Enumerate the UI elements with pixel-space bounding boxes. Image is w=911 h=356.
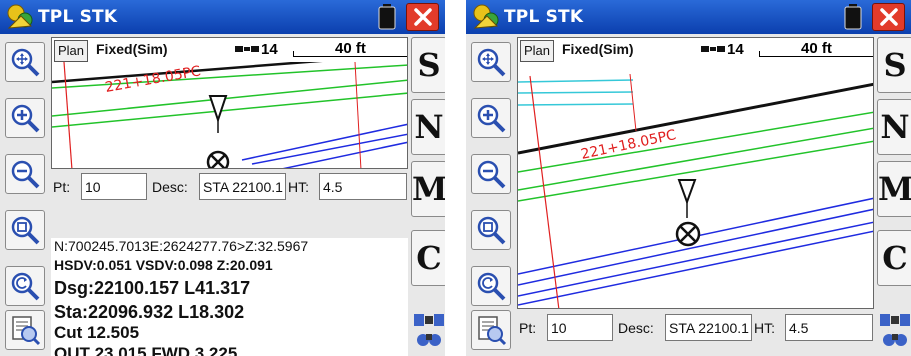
desc-input[interactable]: STA 22100.1	[199, 173, 286, 200]
zoom-toolbar	[466, 34, 517, 356]
zoom-window-icon	[477, 216, 506, 245]
title-bar: TPL STK	[466, 0, 911, 34]
fix-status: Fixed(Sim)	[562, 41, 634, 57]
target-arrow-icon	[208, 95, 228, 133]
close-button[interactable]	[406, 3, 439, 31]
settings-button[interactable]	[5, 310, 45, 350]
close-button[interactable]	[872, 3, 905, 31]
close-icon	[414, 8, 432, 26]
zoom-previous-icon	[11, 272, 40, 301]
app-logo-icon	[7, 4, 33, 29]
c-button[interactable]: C	[411, 230, 445, 286]
scale-label: 40 ft	[335, 40, 366, 57]
letter-toolbar: S N M C	[409, 34, 445, 356]
desc-label: Desc:	[618, 320, 654, 336]
plan-tab[interactable]: Plan	[520, 40, 555, 62]
station-readout: Sta:22096.932 L18.302	[54, 302, 245, 322]
zoom-window-button[interactable]	[471, 210, 511, 250]
ht-label: HT:	[288, 179, 309, 195]
pt-input[interactable]: 10	[81, 173, 147, 200]
point-field-row: Pt: 10 Desc: STA 22100.1 HT: 4.5	[51, 170, 408, 204]
station-label: 221+18.05PC	[104, 63, 202, 96]
stakeout-window-left: TPL STK 221+18.05PC Plan Fixed(Sim) 14 4…	[0, 0, 445, 356]
close-icon	[880, 8, 898, 26]
title-bar: TPL STK	[0, 0, 445, 34]
n-button[interactable]: N	[877, 99, 911, 155]
scale-tick	[759, 51, 760, 57]
zoom-in-button[interactable]	[471, 98, 511, 138]
map-linework: 221+18.05PC	[518, 73, 873, 308]
gps-status-button[interactable]	[411, 310, 445, 350]
scale-label: 40 ft	[801, 40, 832, 57]
plan-map[interactable]: 221+18.05PC Plan Fixed(Sim) 14 40 ft	[51, 37, 408, 169]
desc-input[interactable]: STA 22100.1	[665, 314, 752, 341]
m-button[interactable]: M	[411, 161, 445, 217]
pt-label: Pt:	[53, 179, 71, 195]
pt-input[interactable]: 10	[547, 314, 613, 341]
zoom-toolbar	[0, 34, 51, 356]
design-station-readout: Dsg:22100.157 L41.317	[54, 278, 251, 298]
zoom-extents-button[interactable]	[471, 42, 511, 82]
n-button[interactable]: N	[411, 99, 445, 155]
target-arrow-icon	[677, 179, 697, 218]
zoom-out-button[interactable]	[471, 154, 511, 194]
satellite-icon	[701, 46, 725, 52]
settings-button[interactable]	[471, 310, 511, 350]
offset-readout: OUT 23.015 FWD 3.225	[54, 344, 238, 356]
satellite-count: 14	[727, 41, 744, 58]
battery-icon	[844, 4, 862, 30]
zoom-extents-button[interactable]	[5, 42, 45, 82]
ht-label: HT:	[754, 320, 775, 336]
settings-icon	[12, 316, 41, 346]
ht-input[interactable]: 4.5	[785, 314, 873, 341]
settings-icon	[478, 316, 507, 346]
s-button[interactable]: S	[877, 37, 911, 93]
s-button[interactable]: S	[411, 37, 445, 93]
zoom-previous-button[interactable]	[5, 266, 45, 306]
plan-tab[interactable]: Plan	[54, 40, 89, 62]
stakeout-window-right: TPL STK 221+18.05PC Plan Fixed(Sim) 14 4…	[466, 0, 911, 356]
zoom-previous-icon	[477, 272, 506, 301]
map-toolbar: Plan Fixed(Sim) 14 40 ft	[518, 38, 873, 62]
satellite-icon	[880, 314, 910, 346]
zoom-window-icon	[11, 216, 40, 245]
ht-input[interactable]: 4.5	[319, 173, 407, 200]
coordinate-readout: N:700245.7013E:2624277.76>Z:32.5967	[54, 238, 309, 254]
desc-label: Desc:	[152, 179, 188, 195]
gps-status-button[interactable]	[877, 310, 911, 350]
deviation-readout: HSDV:0.051 VSDV:0.098 Z:20.091	[54, 257, 273, 273]
rover-position-icon	[675, 221, 701, 247]
pt-label: Pt:	[519, 320, 537, 336]
letter-toolbar: S N M C	[875, 34, 911, 356]
zoom-out-icon	[11, 160, 40, 189]
satellite-count: 14	[261, 41, 278, 58]
zoom-previous-button[interactable]	[471, 266, 511, 306]
app-title: TPL STK	[38, 7, 118, 27]
fix-status: Fixed(Sim)	[96, 41, 168, 57]
satellite-icon	[414, 314, 444, 346]
app-title: TPL STK	[504, 7, 584, 27]
rover-position-icon	[206, 150, 230, 168]
map-toolbar: Plan Fixed(Sim) 14 40 ft	[52, 38, 407, 62]
c-button[interactable]: C	[877, 230, 911, 286]
scale-tick	[293, 51, 294, 57]
cut-readout: Cut 12.505	[54, 323, 140, 342]
zoom-in-button[interactable]	[5, 98, 45, 138]
point-field-row: Pt: 10 Desc: STA 22100.1 HT: 4.5	[517, 311, 874, 345]
zoom-window-button[interactable]	[5, 210, 45, 250]
stakeout-readout: N:700245.7013E:2624277.76>Z:32.5967 HSDV…	[51, 238, 408, 356]
plan-map[interactable]: 221+18.05PC Plan Fixed(Sim) 14 40 ft	[517, 37, 874, 309]
m-button[interactable]: M	[877, 161, 911, 217]
zoom-in-icon	[11, 104, 40, 133]
battery-icon	[378, 4, 396, 30]
zoom-out-icon	[477, 160, 506, 189]
app-logo-icon	[473, 4, 499, 29]
zoom-extents-icon	[11, 48, 40, 77]
satellite-icon	[235, 46, 259, 52]
zoom-out-button[interactable]	[5, 154, 45, 194]
zoom-extents-icon	[477, 48, 506, 77]
zoom-in-icon	[477, 104, 506, 133]
